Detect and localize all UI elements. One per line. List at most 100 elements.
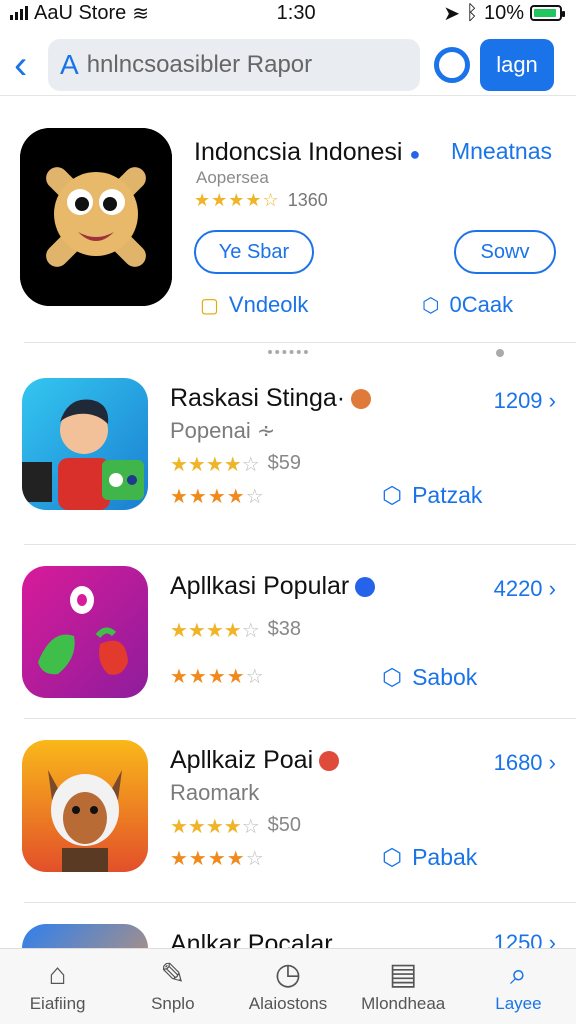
app-icon[interactable]: [22, 924, 148, 948]
featured-rating: ★★★★☆ 1360: [194, 190, 328, 211]
tab-pen[interactable]: ✎ Snplo: [115, 949, 230, 1024]
app-action-button[interactable]: ⬡ Pabak: [382, 844, 477, 871]
star-rating-icon: ★★★★☆: [170, 620, 260, 642]
share-icon: ⬡: [422, 294, 440, 317]
tab-label: Eiafiing: [29, 993, 86, 1013]
featured-action-right-label: 0Caak: [449, 292, 514, 317]
app-rating-secondary: ★★★★☆: [170, 848, 265, 870]
app-icon[interactable]: [22, 740, 148, 872]
app-count-value: 4220: [493, 576, 543, 601]
page-indicator: [260, 346, 540, 360]
list-item[interactable]: Anlkar Pocalar 1250 ›: [0, 910, 576, 948]
status-right: ➤ ᛒ 10%: [443, 1, 565, 26]
app-rating-text: $38: [267, 618, 302, 640]
share-icon: ⬡: [382, 482, 403, 508]
location-icon: ➤: [443, 2, 460, 25]
divider: [24, 718, 576, 719]
home-icon: ⌂: [48, 957, 67, 991]
featured-app-icon[interactable]: [20, 128, 172, 306]
chevron-right-icon: ›: [548, 388, 556, 413]
star-rating-icon: ★★★★☆: [194, 190, 280, 210]
star-rating-icon: ★★★★☆: [170, 454, 260, 476]
featured-action-right[interactable]: ⬡ 0Caak: [422, 292, 513, 318]
battery-percent: 10%: [483, 1, 524, 24]
app-action-label: Pabak: [412, 844, 478, 870]
app-title-text: Apllkasi Popular: [170, 572, 350, 600]
tab-home[interactable]: ⌂ Eiafiing: [0, 949, 115, 1024]
app-action-label: Patzak: [412, 482, 483, 508]
pen-icon: ✎: [160, 957, 186, 991]
app-title[interactable]: Anlkar Pocalar: [170, 930, 333, 948]
list-item[interactable]: Apllkaiz Poai Raomark ★★★★☆ $50 ★★★★☆ 168…: [0, 726, 576, 896]
app-title-text: Apllkaiz Poai: [170, 746, 314, 774]
app-title[interactable]: Raskasi Stinga·: [170, 384, 372, 413]
chevron-right-icon: ›: [548, 750, 556, 775]
tab-label: Layee: [495, 993, 542, 1013]
tab-clock[interactable]: ◷ Alaiostons: [230, 949, 345, 1024]
featured-action-left[interactable]: ▢ Vndeolk: [200, 292, 308, 318]
share-icon: ⬡: [382, 844, 403, 870]
search-text: hnlncsoasibler Rapor: [86, 50, 313, 78]
app-action-button[interactable]: ⬡ Patzak: [382, 482, 482, 509]
tab-messages[interactable]: ▤ Mlondheaa: [346, 949, 461, 1024]
featured-button-left[interactable]: Ye Sbar: [194, 230, 314, 274]
app-rating-text: $59: [267, 452, 302, 474]
status-bar: AaU Store ≋ 1:30 ➤ ᛒ 10%: [0, 0, 576, 26]
divider: [24, 342, 576, 343]
featured-action-left-label: Vndeolk: [228, 292, 309, 317]
featured-link[interactable]: Mneatnas: [451, 138, 552, 165]
tab-bar: ⌂ Eiafiing ✎ Snplo ◷ Alaiostons ▤ Mlondh…: [0, 948, 576, 1024]
tab-label: Mlondheaa: [361, 993, 446, 1013]
app-count: 1209 ›: [494, 388, 556, 414]
bluetooth-icon: ᛒ: [465, 1, 478, 24]
divider: [24, 544, 576, 545]
search-header: ‹ A hnlncsoasibler Rapor lagn: [0, 34, 576, 96]
search-icon: ⌕: [510, 957, 527, 991]
share-icon: ⬡: [382, 664, 403, 690]
app-count: 1250 ›: [494, 930, 556, 948]
app-title-text: Raskasi Stinga·: [170, 384, 346, 412]
chevron-left-icon[interactable]: ‹: [14, 45, 38, 85]
verified-icon: ●: [409, 144, 421, 164]
featured-app[interactable]: Indoncsia Indonesi ● Mneatnas Aopersea ★…: [0, 106, 576, 342]
app-rating: ★★★★☆ $59: [170, 452, 301, 477]
tab-label: Alaiostons: [248, 993, 328, 1013]
app-icon[interactable]: [22, 378, 148, 510]
app-rating-secondary: ★★★★☆: [170, 486, 265, 508]
app-count-value: 1250: [493, 930, 543, 948]
star-rating-icon: ★★★★☆: [170, 816, 260, 838]
app-rating-text: $50: [267, 814, 302, 836]
gear-icon[interactable]: [434, 46, 470, 83]
featured-title[interactable]: Indoncsia Indonesi ●: [194, 138, 420, 167]
app-count: 1680 ›: [494, 750, 556, 776]
message-icon: ▤: [389, 957, 418, 991]
featured-button-right[interactable]: Sowv: [454, 230, 556, 274]
app-title[interactable]: Apllkasi Popular: [170, 572, 376, 601]
app-subtitle: Raomark: [170, 780, 260, 805]
app-rating: ★★★★☆ $38: [170, 618, 301, 643]
login-button[interactable]: lagn: [480, 38, 554, 91]
featured-title-text: Indoncsia Indonesi: [194, 138, 403, 166]
tab-label: Snplo: [151, 993, 195, 1013]
featured-app-artwork: [20, 128, 172, 306]
search-input[interactable]: A hnlncsoasibler Rapor: [48, 38, 420, 91]
status-time: 1:30: [276, 1, 316, 24]
list-item[interactable]: Raskasi Stinga· Popenai ∻ ★★★★☆ $59 ★★★★☆…: [0, 364, 576, 534]
app-count-value: 1680: [493, 750, 543, 775]
download-icon: ▢: [200, 294, 219, 317]
list-item[interactable]: Apllkasi Popular ★★★★☆ $38 ★★★★☆ 4220 › ⬡…: [0, 552, 576, 722]
app-icon[interactable]: [22, 566, 148, 698]
app-action-label: Sabok: [412, 664, 478, 690]
divider: [24, 902, 576, 903]
badge-icon: [319, 750, 340, 771]
app-title[interactable]: Apllkaiz Poai: [170, 746, 340, 775]
app-action-button[interactable]: ⬡ Sabok: [382, 664, 477, 691]
signal-icon: [10, 6, 28, 20]
carrier-label: AaU Store: [34, 1, 127, 24]
app-rating-secondary: ★★★★☆: [170, 666, 265, 688]
wifi-icon: ≋: [132, 2, 150, 25]
app-artwork: [22, 566, 148, 698]
tab-search[interactable]: ⌕ Layee: [461, 949, 576, 1024]
featured-subtitle: Aopersea: [196, 168, 269, 187]
app-count-value: 1209: [493, 388, 543, 413]
